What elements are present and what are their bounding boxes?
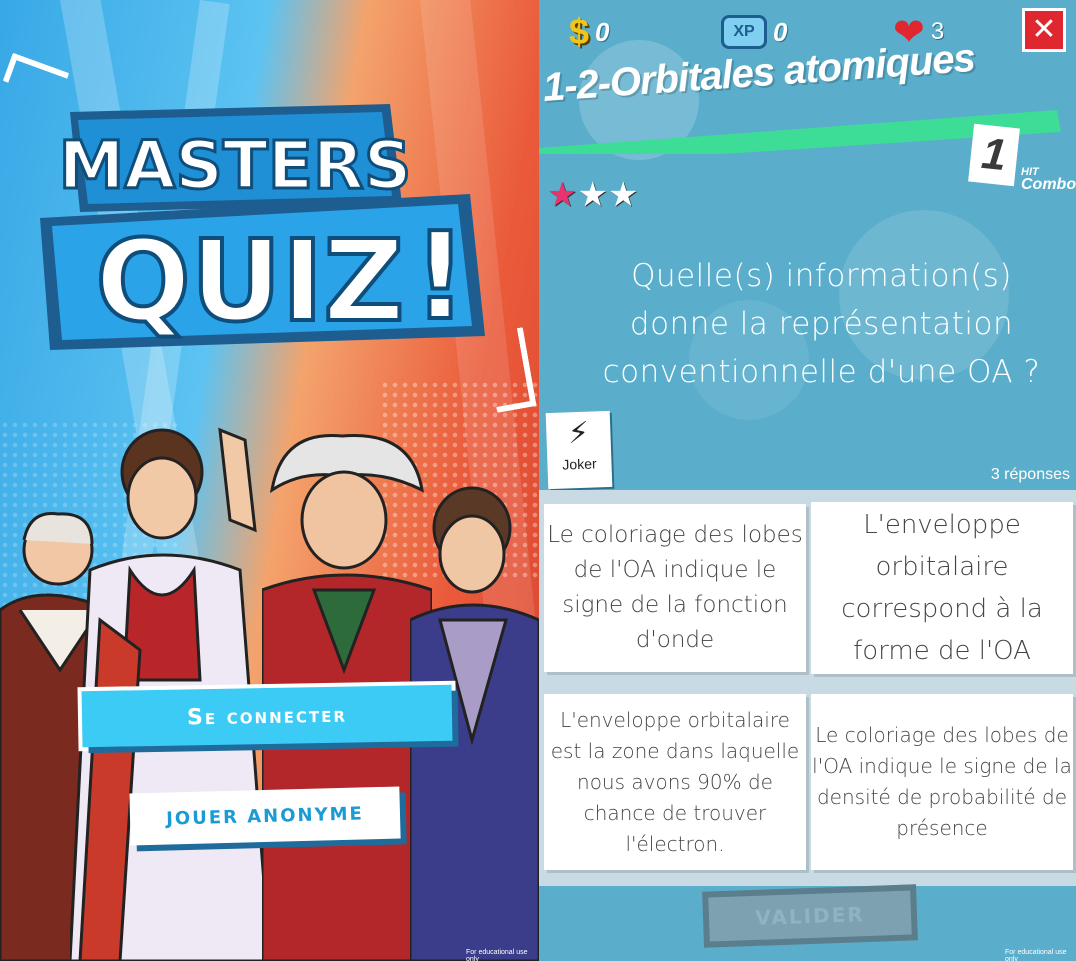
play-anonymous-button[interactable]: jouer anonyme <box>129 786 401 846</box>
combo-count: 1 <box>968 123 1020 187</box>
play-anonymous-label: jouer anonyme <box>165 802 365 830</box>
joker-label: Joker <box>562 455 597 473</box>
star-filled-icon: ★ <box>547 175 578 215</box>
dollar-icon: $ <box>569 11 590 52</box>
star-empty-icon: ★ <box>607 175 639 215</box>
masters-quiz-logo: MASTERS QUIZ ! <box>40 104 485 350</box>
quiz-screen: $ 0 XP 0 ❤ 3 ✕ 1-2-Orbitales atomiques 1… <box>539 0 1076 961</box>
lightning-decor <box>2 52 70 102</box>
validate-button-label: VALIDER <box>754 902 866 930</box>
coins-value: 0 <box>595 16 610 47</box>
xp-counter: XP 0 <box>721 10 787 54</box>
answer-count: 3 réponses <box>990 466 1070 483</box>
connect-button-label: Se connecter <box>186 702 348 730</box>
xp-badge-label: XP <box>733 23 755 40</box>
question-text: Quelle(s) information(s) donne la représ… <box>602 258 1041 390</box>
joker-button[interactable]: ⚡ Joker <box>545 410 613 490</box>
logo-line2: QUIZ <box>95 217 404 347</box>
logo-line1: MASTERS <box>59 127 412 204</box>
connect-button[interactable]: Se connecter <box>81 684 453 748</box>
xp-value: 0 <box>773 16 788 47</box>
answer-option-1[interactable]: Le coloriage des lobes de l'OA indique l… <box>544 504 806 672</box>
difficulty-stars: ★ ★ ★ <box>547 178 638 212</box>
splash-screen: MASTERS QUIZ ! Se connecter jouer anonym <box>0 0 539 961</box>
answer-option-4[interactable]: Le coloriage des lobes de l'OA indique l… <box>811 694 1073 870</box>
educational-use-note: For educational use only <box>466 949 528 961</box>
star-empty-icon: ★ <box>577 175 608 215</box>
answer-option-3[interactable]: L'enveloppe orbitalaire est la zone dans… <box>544 694 806 870</box>
level-title: 1-2-Orbitales atomiques <box>541 35 977 110</box>
logo-exclamation: ! <box>413 208 468 347</box>
xp-badge-icon: XP <box>721 15 767 49</box>
coins-counter: $ 0 <box>569 10 610 54</box>
validate-button[interactable]: VALIDER <box>702 884 918 948</box>
combo-label: Combo <box>1021 176 1076 193</box>
answer-option-2[interactable]: L'enveloppe orbitalaire correspond à la … <box>811 502 1073 674</box>
lightning-icon: ⚡ <box>567 415 590 452</box>
educational-use-note: For educational use only <box>1005 949 1067 961</box>
